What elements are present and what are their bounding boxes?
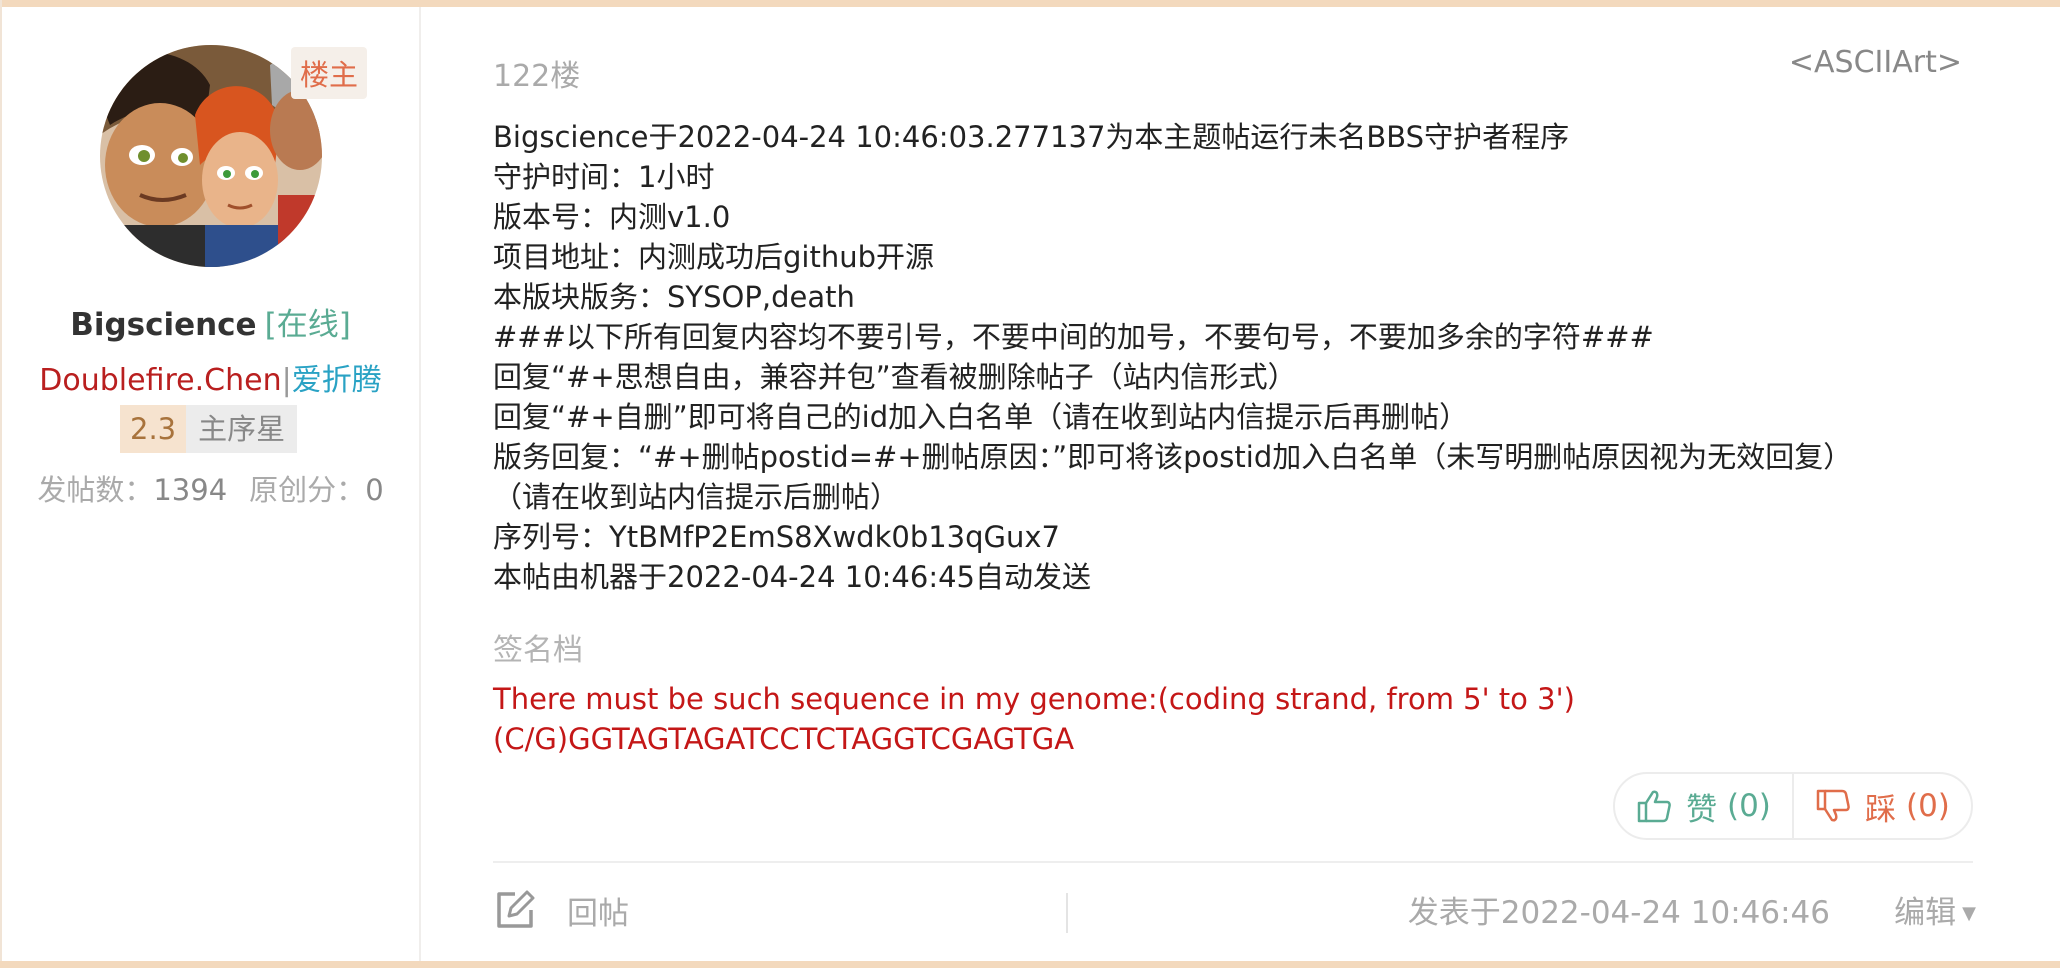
original-score: 0 [365, 473, 384, 507]
avatar-image [100, 45, 322, 267]
post-line: 本帖由机器于2022-04-24 10:46:45自动发送 [493, 560, 1091, 594]
dislike-label: 踩 [1865, 791, 1897, 828]
thumbs-up-icon [1637, 790, 1671, 823]
chevron-down-icon: ▼ [1962, 903, 1976, 924]
post-line: 守护时间：1小时 [493, 160, 715, 194]
post-line: 版本号：内测v1.0 [493, 200, 731, 234]
vote-box: 赞 (0) 踩 (0) [1613, 772, 1973, 840]
post-line: 序列号：YtBMfP2EmS8Xwdk0b13qGux7 [493, 520, 1061, 554]
user-hobby: 爱折腾 [291, 363, 382, 398]
posts-count: 1394 [153, 473, 228, 507]
edit-label: 编辑 [1894, 895, 1957, 931]
user-level: 2.3 主序星 [120, 405, 298, 453]
post-time: 发表于2022-04-24 10:46:46 [1407, 895, 1830, 931]
original-label: 原创分： [249, 473, 366, 507]
post-line: 版务回复：“#+删帖postid=#+删帖原因：”即可将该postid加入白名单… [493, 440, 1853, 474]
dislike-count: (0) [1905, 788, 1950, 824]
reply-button[interactable]: 回帖 [493, 883, 629, 937]
level-title: 主序星 [186, 405, 298, 453]
avatar[interactable] [100, 45, 322, 267]
ascii-art-link[interactable]: <ASCIIArt> [1789, 45, 1962, 80]
reply-label: 回帖 [567, 895, 629, 932]
signature-label: 签名档 [493, 633, 583, 668]
post-line: 回复“#+思想自由，兼容并包”查看被删除帖子（站内信形式） [493, 360, 1297, 394]
signature: There must be such sequence in my genome… [493, 679, 1575, 759]
post-content: 122楼 <ASCIIArt> Bigscience于2022-04-24 10… [421, 7, 2060, 961]
post-body: Bigscience于2022-04-24 10:46:03.277137为本主… [493, 117, 1973, 597]
like-button[interactable]: 赞 (0) [1615, 774, 1794, 838]
post-line: 本版块版务：SYSOP,death [493, 280, 855, 314]
signature-line: (C/G)GGTAGTAGATCCTCTAGGTCGAGTGA [493, 722, 1075, 756]
bottom-border [0, 961, 2060, 968]
edit-pencil-icon [497, 890, 535, 928]
footer-divider [493, 861, 1973, 863]
post-line: 项目地址：内测成功后github开源 [493, 240, 935, 274]
reply-separator [1066, 893, 1068, 933]
user-signature-name: Doublefire.Chen [39, 363, 282, 398]
like-label: 赞 [1686, 791, 1718, 828]
tag-separator: | [281, 363, 292, 398]
posts-label: 发帖数： [37, 473, 154, 507]
thumbs-down-icon [1816, 789, 1850, 822]
owner-badge: 楼主 [291, 47, 368, 99]
like-count: (0) [1726, 788, 1771, 824]
author-panel: 楼主 Bigscience [在线] Doublefire.Chen|爱折腾 2.… [0, 7, 421, 961]
floor-number: 122楼 [493, 59, 581, 94]
username[interactable]: Bigscience [70, 307, 256, 343]
top-border [0, 0, 2060, 7]
online-status: [在线] [264, 307, 351, 343]
user-stats: 发帖数：1394 原创分：0 [0, 467, 421, 509]
signature-line: There must be such sequence in my genome… [493, 682, 1575, 716]
level-number: 2.3 [120, 405, 187, 453]
edit-dropdown[interactable]: 编辑 ▼ [1894, 887, 1976, 932]
post-line: （请在收到站内信提示后删帖） [493, 480, 900, 514]
post-line: 回复“#+自删”即可将自己的id加入白名单（请在收到站内信提示后再删帖） [493, 400, 1469, 434]
dislike-button[interactable]: 踩 (0) [1794, 774, 1971, 838]
post-line: ###以下所有回复内容均不要引号，不要中间的加号，不要句号，不要加多余的字符##… [493, 320, 1654, 354]
user-line: Bigscience [在线] [0, 299, 421, 344]
post-line: Bigscience于2022-04-24 10:46:03.277137为本主… [493, 120, 1570, 154]
post-container: 楼主 Bigscience [在线] Doublefire.Chen|爱折腾 2.… [0, 7, 2060, 961]
user-tags: Doublefire.Chen|爱折腾 [0, 355, 421, 399]
